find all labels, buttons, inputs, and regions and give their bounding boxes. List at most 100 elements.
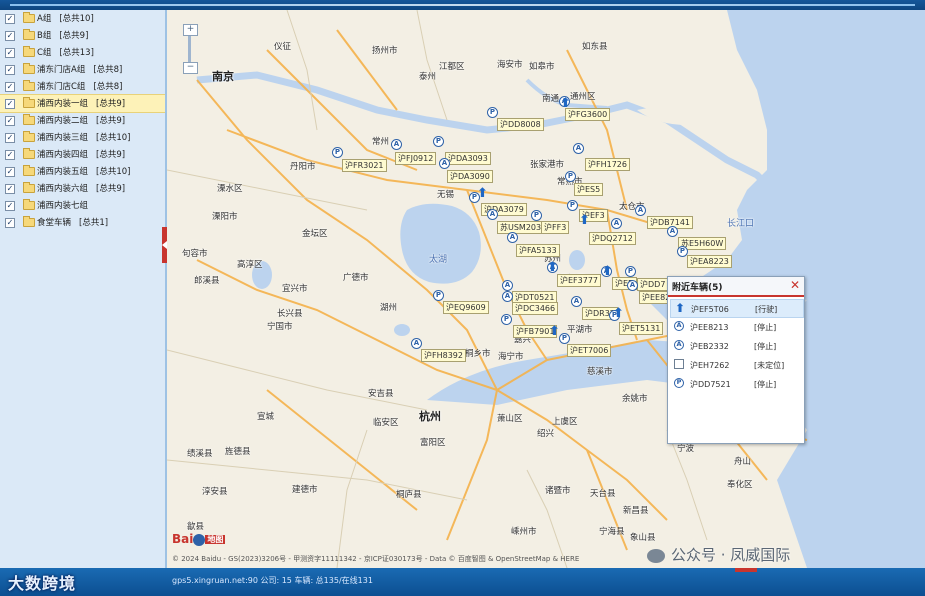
tree-item[interactable]: ✓ 食堂车辆 [总共1] xyxy=(0,214,165,231)
zoom-in-button[interactable]: + xyxy=(183,24,198,36)
moving-vehicle-arrow-icon[interactable]: ⬆ xyxy=(560,97,571,110)
checkbox[interactable]: ✓ xyxy=(5,48,15,58)
tree-item[interactable]: ✓ 浦西内装三组 [总共10] xyxy=(0,129,165,146)
moving-vehicle-arrow-icon[interactable]: ⬆ xyxy=(547,261,558,274)
vehicle-label[interactable]: 沪DC3466 xyxy=(512,302,559,315)
vehicle-label[interactable]: 沪EF3777 xyxy=(557,274,602,287)
tree-item-label: 浦西内装四组 [总共9] xyxy=(37,148,125,160)
checkbox[interactable]: ✓ xyxy=(5,116,15,126)
city-label: 绩溪县 xyxy=(187,449,213,459)
checkbox[interactable]: ✓ xyxy=(5,167,15,177)
nearby-vehicle-row[interactable]: ⬆ 沪EF5T06 [行驶] xyxy=(670,299,804,318)
tree-item[interactable]: ✓ 浦东门店C组 [总共8] xyxy=(0,78,165,95)
tree-item[interactable]: ✓ 浦西内装六组 [总共9] xyxy=(0,180,165,197)
city-label: 诸暨市 xyxy=(545,486,571,496)
tree-item[interactable]: ✓ 浦东门店A组 [总共8] xyxy=(0,61,165,78)
status-info: gps5.xingruan.net:90 公司: 15 车辆: 总135/在线1… xyxy=(172,576,373,585)
tree-item[interactable]: ✓ 浦西内装一组 [总共9] xyxy=(0,94,165,113)
checkbox[interactable]: ✓ xyxy=(5,150,15,160)
parking-marker-icon[interactable]: P xyxy=(332,147,343,158)
stop-marker-icon[interactable]: A xyxy=(667,226,678,237)
stop-marker-icon[interactable]: A xyxy=(611,218,622,229)
vehicle-label[interactable]: 苏USM203 xyxy=(497,221,545,234)
group-name: A组 xyxy=(37,14,52,24)
parking-marker-icon[interactable]: P xyxy=(531,210,542,221)
map-view[interactable]: + − 南京杭州仪征扬州市江都区泰州如东县海安市如皋市通州区南通丹阳市常州江阴市… xyxy=(167,10,925,568)
checkbox[interactable]: ✓ xyxy=(5,99,15,109)
folder-icon xyxy=(23,131,35,142)
checkbox[interactable]: ✓ xyxy=(5,65,15,75)
vehicle-label[interactable]: 沪FJ0912 xyxy=(395,152,437,165)
vehicle-label[interactable]: 沪ET5131 xyxy=(619,322,664,335)
tree-item[interactable]: ✓ 浦西内装五组 [总共10] xyxy=(0,163,165,180)
vehicle-label[interactable]: 沪FA5133 xyxy=(516,244,560,257)
vehicle-label[interactable]: 沪FH8392 xyxy=(421,349,466,362)
vehicle-label[interactable]: 沪ES5 xyxy=(574,183,604,196)
vehicle-label[interactable]: 沪FR3021 xyxy=(342,159,387,172)
stop-marker-icon[interactable]: A xyxy=(487,209,498,220)
vehicle-label[interactable]: 沪DD8008 xyxy=(497,118,544,131)
tree-item[interactable]: ✓ 浦西内装七组 xyxy=(0,197,165,214)
tree-item[interactable]: ✓ 浦西内装四组 [总共9] xyxy=(0,146,165,163)
checkbox[interactable]: ✓ xyxy=(5,31,15,41)
city-label: 无锡 xyxy=(437,190,455,200)
stop-marker-icon[interactable]: A xyxy=(627,280,638,291)
nearby-vehicle-row[interactable]: 沪EH7262 [未定位] xyxy=(670,356,802,373)
parking-marker-icon[interactable]: P xyxy=(565,171,576,182)
parking-marker-icon[interactable]: P xyxy=(567,200,578,211)
parking-marker-icon[interactable]: P xyxy=(487,107,498,118)
city-label: 淳安县 xyxy=(202,487,228,497)
moving-vehicle-arrow-icon[interactable]: ⬆ xyxy=(549,325,560,338)
checkbox[interactable]: ✓ xyxy=(5,201,15,211)
tree-item[interactable]: ✓ B组 [总共9] xyxy=(0,27,165,44)
nearby-vehicle-row[interactable]: A 沪EE8213 [停止] xyxy=(670,318,802,335)
parking-marker-icon[interactable]: P xyxy=(501,314,512,325)
stop-marker-icon[interactable]: A xyxy=(391,139,402,150)
vehicle-label[interactable]: 沪FH1726 xyxy=(585,158,630,171)
checkbox[interactable]: ✓ xyxy=(5,14,15,24)
moving-vehicle-arrow-icon[interactable]: ⬆ xyxy=(579,214,590,227)
stop-marker-icon[interactable]: A xyxy=(502,291,513,302)
group-tree-sidebar: ✓ A组 [总共10] ✓ B组 [总共9] ✓ C组 [总共13] ✓ 浦东门店A组 [总共8] ✓ 浦… xyxy=(0,10,167,568)
city-label: 桐乡市 xyxy=(465,349,491,359)
stop-marker-icon[interactable]: A xyxy=(411,338,422,349)
vehicle-label[interactable]: 沪DQ2712 xyxy=(589,232,636,245)
vehicle-label[interactable]: 沪FG3600 xyxy=(565,108,611,121)
tree-item[interactable]: ✓ A组 [总共10] xyxy=(0,10,165,27)
stop-marker-icon[interactable]: A xyxy=(571,296,582,307)
tree-item[interactable]: ✓ C组 [总共13] xyxy=(0,44,165,61)
group-count: [总共9] xyxy=(96,150,126,160)
vehicle-label[interactable]: 沪DA3093 xyxy=(445,152,491,165)
vehicle-label[interactable]: 沪FF3 xyxy=(541,221,570,234)
tree-item[interactable]: ✓ 浦西内装二组 [总共9] xyxy=(0,112,165,129)
stop-marker-icon[interactable]: A xyxy=(439,158,450,169)
parking-marker-icon[interactable]: P xyxy=(433,290,444,301)
stop-marker-icon[interactable]: A xyxy=(502,280,513,291)
parking-marker-icon[interactable]: P xyxy=(559,333,570,344)
checkbox[interactable]: ✓ xyxy=(5,133,15,143)
checkbox[interactable]: ✓ xyxy=(5,218,15,228)
moving-vehicle-arrow-icon[interactable]: ⬆ xyxy=(602,265,613,278)
zoom-out-button[interactable]: − xyxy=(183,62,198,74)
stop-marker-icon[interactable]: A xyxy=(573,143,584,154)
checkbox[interactable]: ✓ xyxy=(5,82,15,92)
vehicle-label[interactable]: 沪DD7 xyxy=(637,278,669,291)
vehicle-label[interactable]: 沪DA3090 xyxy=(447,170,493,183)
nearby-vehicle-row[interactable]: A 沪EB2332 [停止] xyxy=(670,337,802,354)
close-icon[interactable]: ✕ xyxy=(790,279,800,291)
moving-vehicle-arrow-icon[interactable]: ⬆ xyxy=(477,187,488,200)
vehicle-label[interactable]: 沪EA8223 xyxy=(687,255,732,268)
group-name: 浦西内装五组 xyxy=(37,167,89,177)
moving-vehicle-arrow-icon[interactable]: ⬆ xyxy=(613,307,624,320)
vehicle-label[interactable]: 沪ET7006 xyxy=(567,344,612,357)
stop-marker-icon[interactable]: A xyxy=(635,205,646,216)
vehicle-label[interactable]: 沪EQ9609 xyxy=(443,301,489,314)
stop-marker-icon[interactable]: A xyxy=(507,232,518,243)
city-label: 新昌县 xyxy=(623,506,649,516)
parking-marker-icon[interactable]: P xyxy=(625,266,636,277)
parking-marker-icon[interactable]: P xyxy=(433,136,444,147)
status-red-tab[interactable] xyxy=(735,568,757,572)
group-count: [总共9] xyxy=(96,99,126,109)
checkbox[interactable]: ✓ xyxy=(5,184,15,194)
nearby-vehicle-row[interactable]: P 沪DD7521 [停止] xyxy=(670,375,802,392)
